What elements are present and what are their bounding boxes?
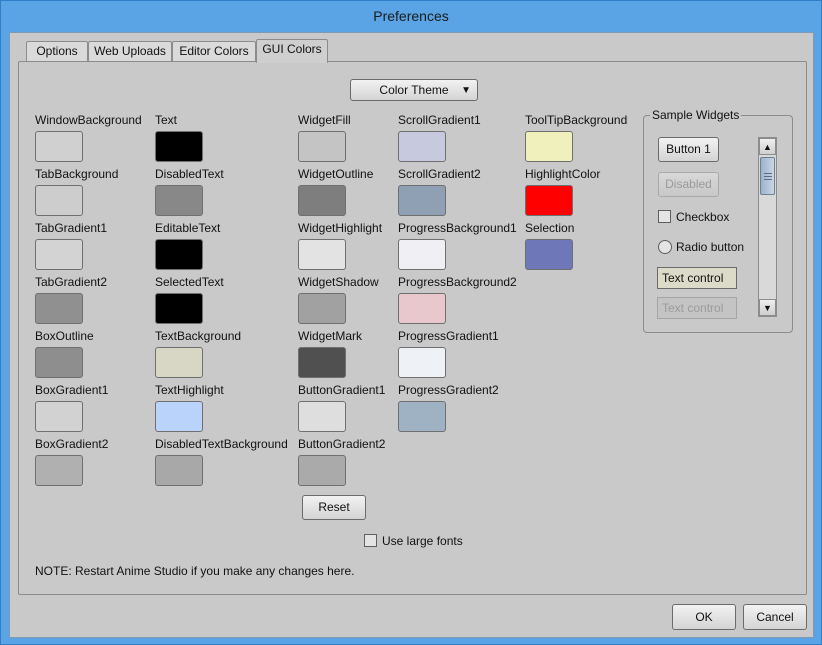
scrollbar-thumb[interactable] [760,157,775,195]
color-swatch-scroll-gradient1[interactable] [398,131,446,162]
color-swatch-highlight-color[interactable] [525,185,573,216]
color-swatch-tab-gradient1[interactable] [35,239,83,270]
color-label-text-highlight: TextHighlight [155,383,224,397]
color-label-disabled-text: DisabledText [155,167,224,181]
color-swatch-button-gradient2[interactable] [298,455,346,486]
color-swatch-progress-background1[interactable] [398,239,446,270]
sample-text-control[interactable]: Text control [657,267,737,289]
color-swatch-progress-gradient2[interactable] [398,401,446,432]
color-label-selection: Selection [525,221,575,235]
sample-radio-label: Radio button [676,240,745,254]
sample-checkbox-label: Checkbox [676,210,730,224]
color-swatch-window-background[interactable] [35,131,83,162]
color-theme-dropdown[interactable]: Color Theme ▼ [350,79,478,101]
tab-gui-colors[interactable]: GUI Colors [256,39,328,63]
color-swatch-widget-mark[interactable] [298,347,346,378]
color-swatch-box-gradient2[interactable] [35,455,83,486]
color-label-tab-gradient1: TabGradient1 [35,221,108,235]
color-swatch-editable-text[interactable] [155,239,203,270]
color-swatch-widget-outline[interactable] [298,185,346,216]
color-label-button-gradient1: ButtonGradient1 [298,383,386,397]
grip-line [764,176,772,177]
color-label-box-outline: BoxOutline [35,329,94,343]
color-label-progress-gradient1: ProgressGradient1 [398,329,499,343]
preferences-window: Preferences Options Web Uploads Editor C… [0,0,822,645]
color-swatch-scroll-gradient2[interactable] [398,185,446,216]
color-label-box-gradient1: BoxGradient1 [35,383,109,397]
color-swatch-disabled-text[interactable] [155,185,203,216]
color-label-disabled-text-background: DisabledTextBackground [155,437,288,451]
color-label-highlight-color: HighlightColor [525,167,601,181]
sample-checkbox[interactable] [658,210,671,223]
color-label-widget-highlight: WidgetHighlight [298,221,383,235]
sample-button-1[interactable]: Button 1 [658,137,719,162]
color-label-text-background: TextBackground [155,329,242,343]
color-label-progress-background1: ProgressBackground1 [398,221,517,235]
sample-widgets-title: Sample Widgets [650,108,742,122]
color-theme-label: Color Theme [379,83,449,97]
color-label-tab-gradient2: TabGradient2 [35,275,108,289]
restart-note: NOTE: Restart Anime Studio if you make a… [35,564,355,578]
color-label-widget-mark: WidgetMark [298,329,363,343]
color-label-progress-gradient2: ProgressGradient2 [398,383,499,397]
scroll-up-icon[interactable]: ▲ [759,138,776,155]
color-label-tab-background: TabBackground [35,167,119,181]
color-label-progress-background2: ProgressBackground2 [398,275,517,289]
color-label-widget-outline: WidgetOutline [298,167,374,181]
dropdown-arrow-icon: ▼ [461,85,471,96]
color-swatch-tab-background[interactable] [35,185,83,216]
gui-colors-panel: Color Theme ▼ WindowBackground TabBackgro… [18,61,807,595]
color-swatch-tool-tip-background[interactable] [525,131,573,162]
color-label-selected-text: SelectedText [155,275,224,289]
use-large-fonts-checkbox[interactable] [364,534,377,547]
sample-scrollbar[interactable]: ▲ ▼ [758,137,777,317]
color-swatch-tab-gradient2[interactable] [35,293,83,324]
sample-radio-button[interactable] [658,240,672,254]
color-swatch-text-background[interactable] [155,347,203,378]
color-swatch-disabled-text-background[interactable] [155,455,203,486]
color-swatch-progress-background2[interactable] [398,293,446,324]
sample-text-control-disabled: Text control [657,297,737,319]
color-label-box-gradient2: BoxGradient2 [35,437,109,451]
dialog-client-area: Options Web Uploads Editor Colors GUI Co… [9,32,814,638]
color-swatch-selected-text[interactable] [155,293,203,324]
sample-disabled-button: Disabled [658,172,719,197]
grip-line [764,173,772,174]
color-swatch-text-highlight[interactable] [155,401,203,432]
color-swatch-text[interactable] [155,131,203,162]
cancel-button[interactable]: Cancel [743,604,807,630]
color-swatch-selection[interactable] [525,239,573,270]
ok-button[interactable]: OK [672,604,736,630]
use-large-fonts-label: Use large fonts [382,534,463,548]
scroll-down-icon[interactable]: ▼ [759,299,776,316]
color-label-editable-text: EditableText [155,221,221,235]
color-swatch-widget-highlight[interactable] [298,239,346,270]
color-label-button-gradient2: ButtonGradient2 [298,437,386,451]
color-label-widget-shadow: WidgetShadow [298,275,379,289]
color-swatch-widget-fill[interactable] [298,131,346,162]
grip-line [764,179,772,180]
color-swatch-box-gradient1[interactable] [35,401,83,432]
color-label-scroll-gradient1: ScrollGradient1 [398,113,481,127]
color-label-widget-fill: WidgetFill [298,113,351,127]
color-swatch-progress-gradient1[interactable] [398,347,446,378]
color-label-text: Text [155,113,178,127]
color-label-tool-tip-background: ToolTipBackground [525,113,628,127]
color-swatch-box-outline[interactable] [35,347,83,378]
color-label-scroll-gradient2: ScrollGradient2 [398,167,481,181]
color-label-window-background: WindowBackground [35,113,142,127]
color-swatch-widget-shadow[interactable] [298,293,346,324]
color-swatch-button-gradient1[interactable] [298,401,346,432]
reset-button[interactable]: Reset [302,495,366,520]
